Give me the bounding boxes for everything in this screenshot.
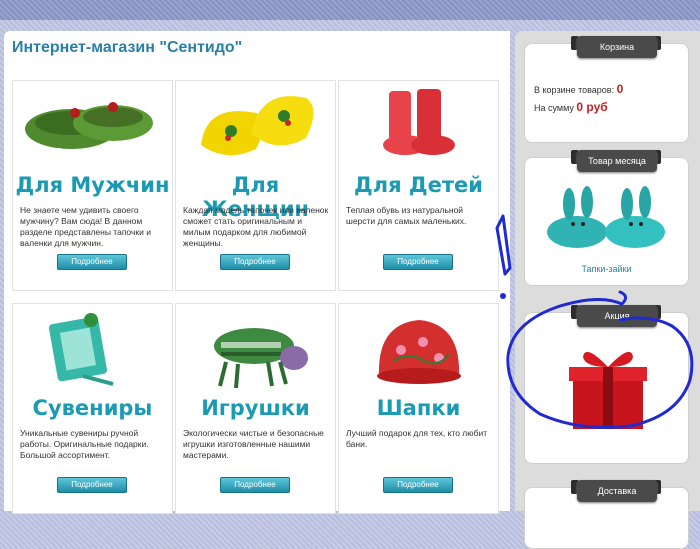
circle-annotation <box>506 290 694 429</box>
exclamation-mark-stroke <box>495 214 512 276</box>
blue-annotation-overlay <box>495 214 694 429</box>
exclamation-mark-dot <box>500 293 506 299</box>
